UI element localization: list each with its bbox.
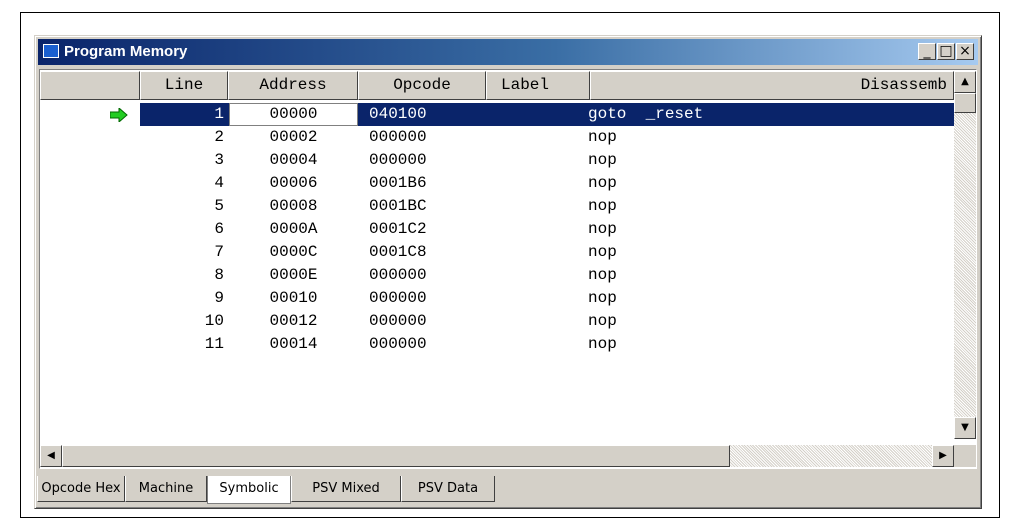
opcode-cell: 000000 [369,266,427,284]
opcode-cell: 0001B6 [369,174,427,192]
horizontal-scroll-thumb[interactable] [62,445,730,467]
address-cell: 00004 [269,151,318,169]
address-cell: 00010 [269,289,318,307]
column-header-line[interactable]: Line [140,71,228,100]
horizontal-scrollbar[interactable]: ◀ ▶ [40,445,954,467]
disassembly-cell: nop [588,243,617,261]
minimize-button[interactable]: _ [918,43,936,60]
column-header-marker[interactable] [40,71,140,100]
column-header-disassembly[interactable]: Disassemb [590,71,954,100]
opcode-cell: 040100 [369,105,427,123]
table-row[interactable]: 11 00014 000000 nop [40,333,954,356]
disassembly-cell: nop [588,151,617,169]
disassembly-cell: goto _reset [588,105,704,123]
disassembly-cell: nop [588,174,617,192]
opcode-cell: 000000 [369,128,427,146]
label-cell [490,126,586,149]
table-row[interactable]: 10 00012 000000 nop [40,310,954,333]
line-cell: 3 [214,151,224,169]
scroll-down-button[interactable]: ▼ [954,417,976,439]
tab-opcode-hex[interactable]: Opcode Hex [37,476,125,502]
table-row[interactable]: 5 00008 0001BC nop [40,195,954,218]
label-cell [490,103,586,126]
label-cell [490,287,586,310]
tab-machine[interactable]: Machine [125,476,207,502]
disassembly-cell: nop [588,128,617,146]
vertical-scrollbar[interactable]: ▲ ▼ [954,71,976,439]
line-cell: 1 [214,105,224,123]
address-cell: 00000 [269,105,318,123]
scroll-up-button[interactable]: ▲ [954,71,976,93]
tab-symbolic[interactable]: Symbolic [207,476,291,504]
scrollbar-corner [954,445,976,467]
disassembly-cell: nop [588,289,617,307]
label-cell [490,333,586,356]
tab-psv-data[interactable]: PSV Data [401,476,495,502]
label-cell [490,241,586,264]
disassembly-cell: nop [588,220,617,238]
close-button[interactable]: × [956,43,974,60]
label-cell [490,172,586,195]
line-cell: 4 [214,174,224,192]
memory-grid[interactable]: Line Address Opcode Label Disassemb 1 000… [39,69,977,469]
program-memory-window: Program Memory _ □ × Line Address Opcode… [34,35,982,509]
address-cell: 0000C [269,243,318,261]
line-cell: 11 [204,335,224,353]
column-header-opcode[interactable]: Opcode [358,71,486,100]
opcode-cell: 000000 [369,312,427,330]
disassembly-cell: nop [588,266,617,284]
label-cell [490,310,586,333]
address-cell: 0000E [269,266,318,284]
line-cell: 8 [214,266,224,284]
opcode-cell: 0001C2 [369,220,427,238]
label-cell [490,195,586,218]
address-cell: 00006 [269,174,318,192]
opcode-cell: 0001BC [369,197,427,215]
table-row[interactable]: 3 00004 000000 nop [40,149,954,172]
address-cell: 00014 [269,335,318,353]
table-row[interactable]: 9 00010 000000 nop [40,287,954,310]
table-row[interactable]: 4 00006 0001B6 nop [40,172,954,195]
title-bar[interactable]: Program Memory _ □ × [38,39,978,65]
column-header-label[interactable]: Label [486,71,590,100]
table-row[interactable]: 1 00000 040100 goto _reset [40,103,954,126]
opcode-cell: 0001C8 [369,243,427,261]
opcode-cell: 000000 [369,335,427,353]
table-row[interactable]: 8 0000E 000000 nop [40,264,954,287]
line-cell: 6 [214,220,224,238]
table-row[interactable]: 7 0000C 0001C8 nop [40,241,954,264]
disassembly-cell: nop [588,197,617,215]
tab-psv-mixed[interactable]: PSV Mixed [291,476,401,502]
label-cell [490,149,586,172]
scroll-right-button[interactable]: ▶ [932,445,954,467]
address-cell: 00008 [269,197,318,215]
label-cell [490,264,586,287]
vertical-scroll-thumb[interactable] [954,93,976,113]
line-cell: 10 [204,312,224,330]
green-right-arrow-icon [109,106,128,124]
line-cell: 9 [214,289,224,307]
table-row[interactable]: 6 0000A 0001C2 nop [40,218,954,241]
disassembly-cell: nop [588,335,617,353]
table-row[interactable]: 2 00002 000000 nop [40,126,954,149]
opcode-cell: 000000 [369,151,427,169]
window-title: Program Memory [64,43,188,60]
window-icon [43,44,59,58]
opcode-cell: 000000 [369,289,427,307]
maximize-button[interactable]: □ [937,43,955,60]
address-cell: 00012 [269,312,318,330]
line-cell: 7 [214,243,224,261]
line-cell: 5 [214,197,224,215]
label-cell [490,218,586,241]
address-cell: 00002 [269,128,318,146]
disassembly-cell: nop [588,312,617,330]
address-cell: 0000A [269,220,318,238]
line-cell: 2 [214,128,224,146]
scroll-left-button[interactable]: ◀ [40,445,62,467]
column-header-address[interactable]: Address [228,71,358,100]
